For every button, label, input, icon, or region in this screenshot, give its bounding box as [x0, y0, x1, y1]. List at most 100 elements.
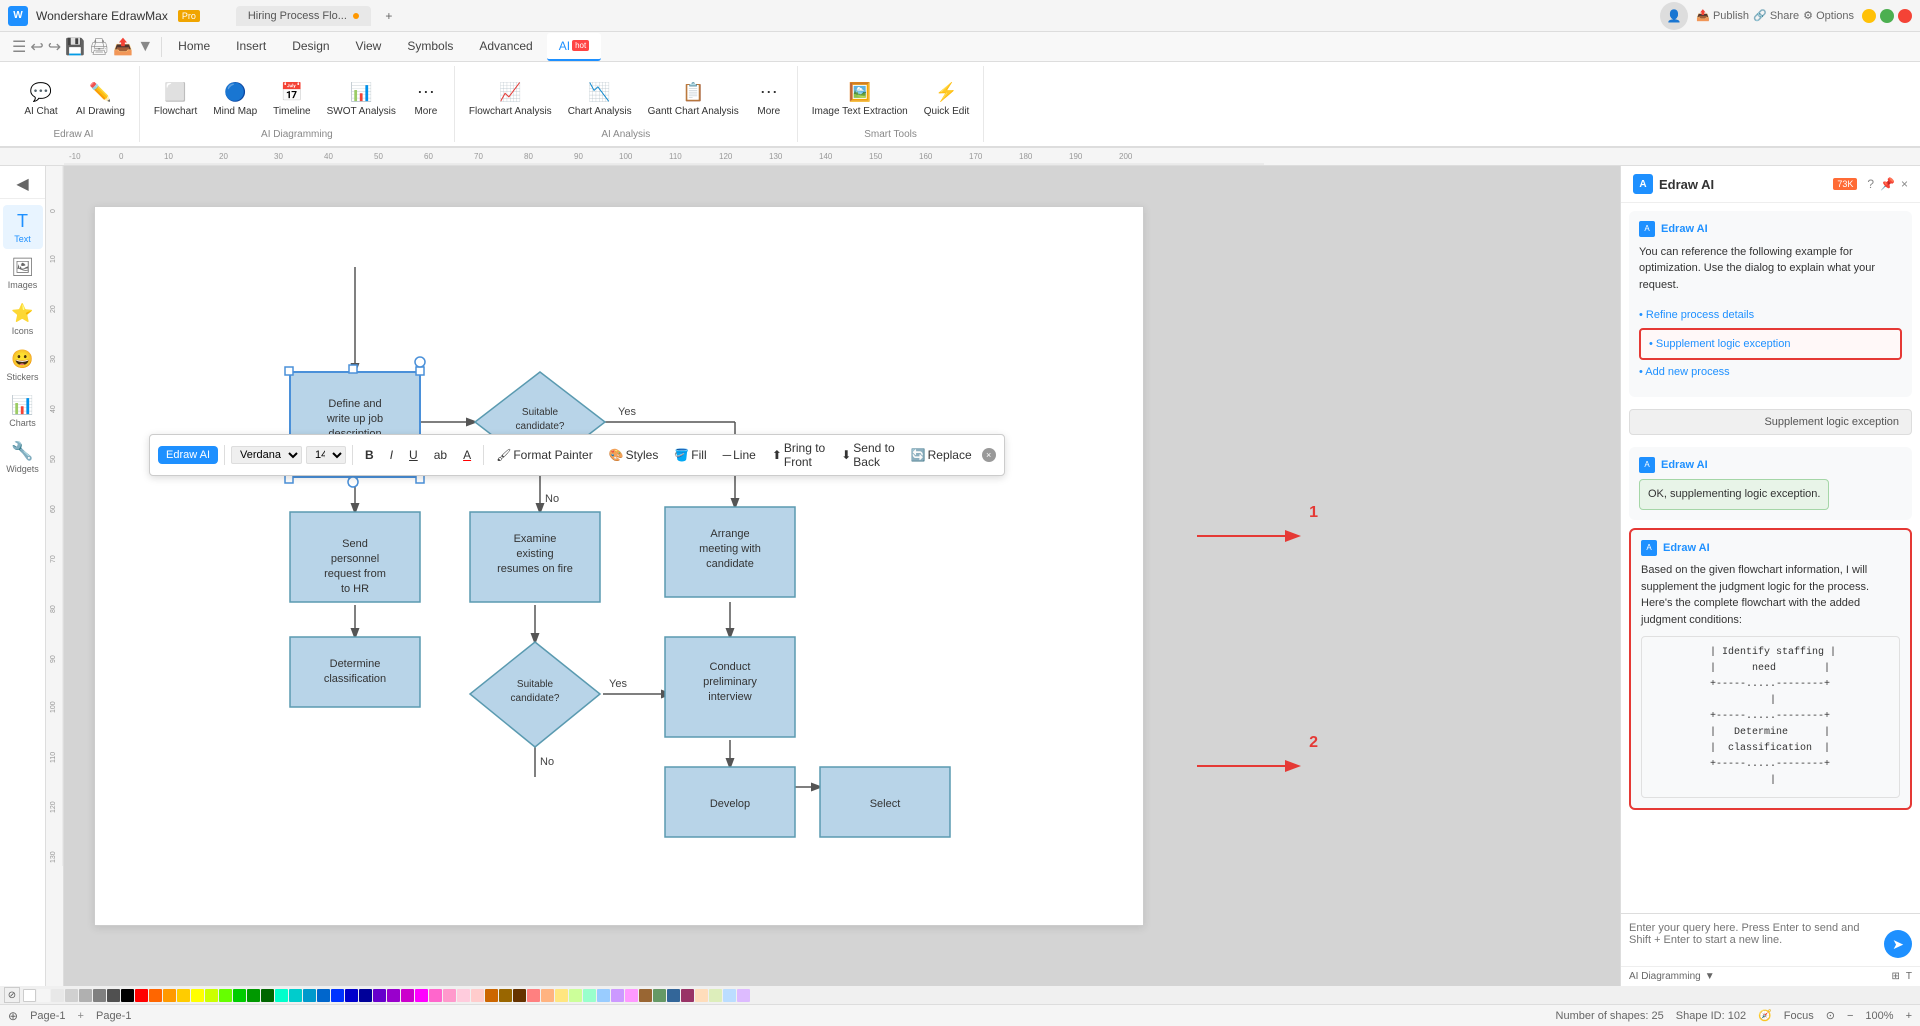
- color-green1[interactable]: [219, 989, 232, 1002]
- underline-button[interactable]: U: [403, 445, 424, 465]
- collapse-sidebar-button[interactable]: ◀: [16, 174, 28, 194]
- italic-button[interactable]: I: [384, 445, 399, 465]
- color-gray1[interactable]: [65, 989, 78, 1002]
- edraw-ai-format-button[interactable]: Edraw AI: [158, 446, 218, 464]
- print-button[interactable]: 🖨: [89, 37, 109, 57]
- color-darkbrown[interactable]: [513, 989, 526, 1002]
- sidebar-item-images[interactable]: 🖼 Images: [3, 251, 43, 295]
- maximize-button[interactable]: [1880, 9, 1894, 23]
- sidebar-toggle[interactable]: ☰: [12, 37, 26, 57]
- color-lightyellow[interactable]: [555, 989, 568, 1002]
- more-quick-button[interactable]: ▼: [137, 38, 153, 56]
- close-button[interactable]: [1898, 9, 1912, 23]
- swot-button[interactable]: 📊 SWOT Analysis: [321, 76, 402, 121]
- color-lightpink[interactable]: [457, 989, 470, 1002]
- color-sky[interactable]: [723, 989, 736, 1002]
- refine-process-link[interactable]: • Refine process details: [1639, 305, 1902, 326]
- tab-home[interactable]: Home: [166, 33, 222, 61]
- ai-grid-icon[interactable]: ⊞: [1892, 971, 1900, 982]
- add-page-button[interactable]: +: [78, 1010, 84, 1022]
- color-lightlime[interactable]: [569, 989, 582, 1002]
- color-lightgray2[interactable]: [51, 989, 64, 1002]
- sidebar-item-text[interactable]: T Text: [3, 205, 43, 249]
- toolbar-collapse-button[interactable]: ×: [982, 448, 996, 462]
- color-lilac[interactable]: [737, 989, 750, 1002]
- line-button[interactable]: ─ Line: [717, 445, 762, 465]
- tab-insert[interactable]: Insert: [224, 33, 278, 61]
- color-brown[interactable]: [485, 989, 498, 1002]
- color-teal2[interactable]: [289, 989, 302, 1002]
- color-tan[interactable]: [499, 989, 512, 1002]
- ai-chat-button[interactable]: 💬 AI Chat: [16, 76, 66, 121]
- color-bright-yellow[interactable]: [191, 989, 204, 1002]
- fill-button[interactable]: 🪣 Fill: [668, 445, 712, 465]
- color-cyan1[interactable]: [303, 989, 316, 1002]
- color-amber[interactable]: [163, 989, 176, 1002]
- sidebar-item-icons[interactable]: ⭐ Icons: [3, 297, 43, 341]
- canvas-page[interactable]: Yes No Yes No Define and write up job de…: [94, 206, 1144, 926]
- sidebar-item-widgets[interactable]: 🔧 Widgets: [3, 435, 43, 479]
- ai-input-field[interactable]: [1629, 922, 1878, 958]
- color-sage[interactable]: [653, 989, 666, 1002]
- color-tea[interactable]: [709, 989, 722, 1002]
- color-purple1[interactable]: [373, 989, 386, 1002]
- styles-button[interactable]: 🎨 Styles: [603, 445, 665, 465]
- zoom-out-button[interactable]: −: [1847, 1010, 1853, 1022]
- new-tab-button[interactable]: +: [379, 6, 399, 26]
- ai-panel-close-icon[interactable]: ×: [1901, 177, 1908, 191]
- color-darkgray[interactable]: [107, 989, 120, 1002]
- supplement-logic-link[interactable]: • Supplement logic exception: [1649, 334, 1892, 355]
- more-analysis-button[interactable]: ⋯ More: [749, 76, 789, 121]
- color-mint[interactable]: [583, 989, 596, 1002]
- quick-edit-button[interactable]: ⚡ Quick Edit: [918, 76, 976, 121]
- flowchart-analysis-button[interactable]: 📈 Flowchart Analysis: [463, 76, 558, 121]
- redo-button[interactable]: ↪: [48, 37, 61, 57]
- font-family-select[interactable]: Verdana: [231, 446, 302, 464]
- color-lime[interactable]: [205, 989, 218, 1002]
- color-salmon[interactable]: [527, 989, 540, 1002]
- color-purple2[interactable]: [387, 989, 400, 1002]
- tab-view[interactable]: View: [344, 33, 394, 61]
- gantt-analysis-button[interactable]: 📋 Gantt Chart Analysis: [642, 76, 745, 121]
- tab-advanced[interactable]: Advanced: [467, 33, 544, 61]
- tab-symbols[interactable]: Symbols: [395, 33, 465, 61]
- flowchart-button[interactable]: ⬜ Flowchart: [148, 76, 203, 121]
- color-pink1[interactable]: [429, 989, 442, 1002]
- color-darkgreen[interactable]: [261, 989, 274, 1002]
- no-fill-button[interactable]: ⊘: [4, 987, 20, 1003]
- canvas-area[interactable]: Edraw AI Verdana 14 B I U ab A 🖌 Format …: [64, 166, 1620, 986]
- bold-button[interactable]: B: [359, 445, 380, 465]
- color-blue1[interactable]: [331, 989, 344, 1002]
- tab-hiring[interactable]: Hiring Process Flo...: [236, 6, 371, 26]
- image-text-extraction-button[interactable]: 🖼️ Image Text Extraction: [806, 76, 914, 121]
- export-button[interactable]: 📤: [113, 37, 133, 57]
- color-blush[interactable]: [471, 989, 484, 1002]
- save-button[interactable]: 💾: [65, 37, 85, 57]
- focus-icon[interactable]: ⊙: [1826, 1009, 1835, 1022]
- send-to-back-button[interactable]: ⬇ Send toBack: [835, 438, 900, 472]
- color-cyan2[interactable]: [317, 989, 330, 1002]
- sidebar-item-charts[interactable]: 📊 Charts: [3, 389, 43, 433]
- color-magenta1[interactable]: [401, 989, 414, 1002]
- color-green2[interactable]: [233, 989, 246, 1002]
- font-color-button[interactable]: A: [457, 445, 477, 465]
- ai-panel-help-icon[interactable]: ?: [1867, 177, 1874, 191]
- ai-panel-pin-icon[interactable]: 📌: [1880, 177, 1895, 191]
- color-blue2[interactable]: [345, 989, 358, 1002]
- color-white[interactable]: [23, 989, 36, 1002]
- color-sienna[interactable]: [639, 989, 652, 1002]
- color-yellow[interactable]: [177, 989, 190, 1002]
- bring-to-front-button[interactable]: ⬆ Bring toFront: [766, 438, 831, 472]
- page-layers-icon[interactable]: ⊕: [8, 1009, 18, 1023]
- supplement-button[interactable]: Supplement logic exception: [1629, 409, 1912, 435]
- share-button[interactable]: 🔗 Share: [1753, 9, 1799, 22]
- color-orchid[interactable]: [625, 989, 638, 1002]
- options-button[interactable]: ⚙ Options: [1803, 9, 1854, 22]
- color-lavender[interactable]: [611, 989, 624, 1002]
- ai-send-button[interactable]: ➤: [1884, 930, 1912, 958]
- sidebar-item-stickers[interactable]: 😀 Stickers: [3, 343, 43, 387]
- color-steel[interactable]: [667, 989, 680, 1002]
- color-peach[interactable]: [541, 989, 554, 1002]
- ai-text-icon[interactable]: T: [1906, 971, 1912, 982]
- undo-button[interactable]: ↩: [30, 37, 43, 57]
